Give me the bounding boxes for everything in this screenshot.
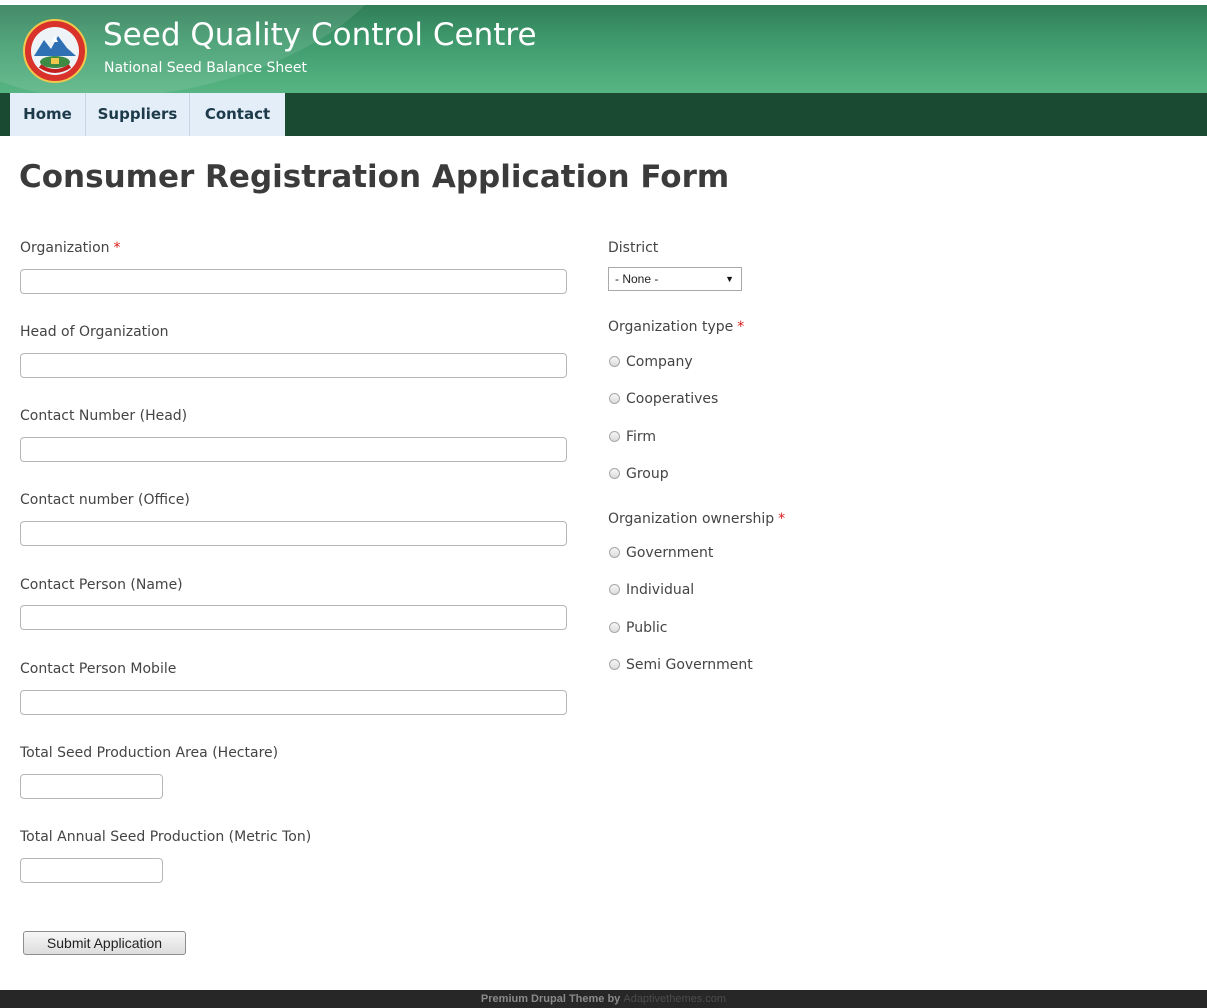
radio-option-label: Firm: [626, 429, 657, 445]
radio-option-label: Individual: [626, 582, 695, 598]
radio-icon[interactable]: [609, 393, 620, 404]
radio-option-firm[interactable]: Firm: [609, 429, 656, 445]
radio-option-semi-government[interactable]: Semi Government: [609, 657, 753, 673]
radio-option-government[interactable]: Government: [609, 545, 713, 561]
radio-option-public[interactable]: Public: [609, 620, 667, 636]
radio-icon[interactable]: [609, 547, 620, 558]
organization-input[interactable]: [20, 269, 567, 294]
seed-production-area-input[interactable]: [20, 774, 163, 799]
radio-icon[interactable]: [609, 622, 620, 633]
nav-item-home[interactable]: Home: [10, 93, 86, 136]
organization-type-label: Organization type *: [608, 320, 744, 334]
contact-number-office-label: Contact number (Office): [20, 492, 190, 508]
page-title: Consumer Registration Application Form: [19, 159, 730, 195]
radio-icon[interactable]: [609, 584, 620, 595]
radio-option-cooperatives[interactable]: Cooperatives: [609, 391, 718, 407]
head-of-organization-input[interactable]: [20, 353, 567, 378]
seed-production-area-label: Total Seed Production Area (Hectare): [20, 745, 279, 761]
radio-option-individual[interactable]: Individual: [609, 582, 694, 598]
contact-person-name-input[interactable]: [20, 605, 567, 630]
footer-link[interactable]: Adaptivethemes.com: [623, 993, 726, 1005]
footer-text: Premium Drupal Theme by: [480, 993, 621, 1005]
radio-option-label: Company: [626, 354, 693, 370]
radio-icon[interactable]: [609, 659, 620, 670]
radio-option-label: Cooperatives: [626, 391, 719, 407]
radio-option-label: Public: [626, 620, 668, 636]
head-of-organization-label: Head of Organization: [20, 324, 169, 340]
contact-person-mobile-label: Contact Person Mobile: [20, 661, 177, 677]
organization-ownership-label: Organization ownership *: [608, 512, 785, 526]
required-marker: *: [778, 511, 786, 527]
site-footer: Premium Drupal Theme by Adaptivethemes.c…: [0, 990, 1207, 1008]
radio-icon[interactable]: [609, 356, 620, 367]
organization-label-text: Organization: [20, 240, 110, 256]
organization-type-label-text: Organization type: [608, 319, 734, 335]
radio-icon[interactable]: [609, 468, 620, 479]
annual-seed-production-input[interactable]: [20, 858, 163, 883]
district-select[interactable]: - None - ▼: [608, 267, 742, 291]
radio-option-label: Semi Government: [626, 657, 753, 673]
radio-option-label: Government: [626, 545, 714, 561]
required-marker: *: [737, 319, 745, 335]
main-nav: Home Suppliers Contact: [0, 93, 1207, 136]
site-header: Seed Quality Control Centre National See…: [0, 0, 1207, 93]
radio-option-group[interactable]: Group: [609, 466, 669, 482]
annual-seed-production-label: Total Annual Seed Production (Metric Ton…: [20, 829, 312, 845]
contact-person-name-label: Contact Person (Name): [20, 577, 183, 593]
radio-icon[interactable]: [609, 431, 620, 442]
submit-application-button[interactable]: Submit Application: [23, 931, 186, 955]
site-name[interactable]: Seed Quality Control Centre: [103, 20, 537, 51]
site-slogan: National Seed Balance Sheet: [104, 60, 307, 76]
radio-option-company[interactable]: Company: [609, 354, 693, 370]
select-arrow-icon: ▼: [725, 274, 734, 284]
contact-number-office-input[interactable]: [20, 521, 567, 546]
contact-number-head-label: Contact Number (Head): [20, 408, 188, 424]
organization-ownership-label-text: Organization ownership: [608, 511, 775, 527]
contact-number-head-input[interactable]: [20, 437, 567, 462]
district-label: District: [608, 240, 659, 256]
required-marker: *: [113, 240, 121, 256]
nav-item-suppliers[interactable]: Suppliers: [86, 93, 190, 136]
radio-option-label: Group: [626, 466, 669, 482]
district-selected-value: - None -: [615, 272, 659, 286]
national-emblem-logo-icon[interactable]: [22, 18, 88, 84]
organization-label: Organization *: [20, 241, 121, 255]
contact-person-mobile-input[interactable]: [20, 690, 567, 715]
nav-item-contact[interactable]: Contact: [190, 93, 285, 136]
